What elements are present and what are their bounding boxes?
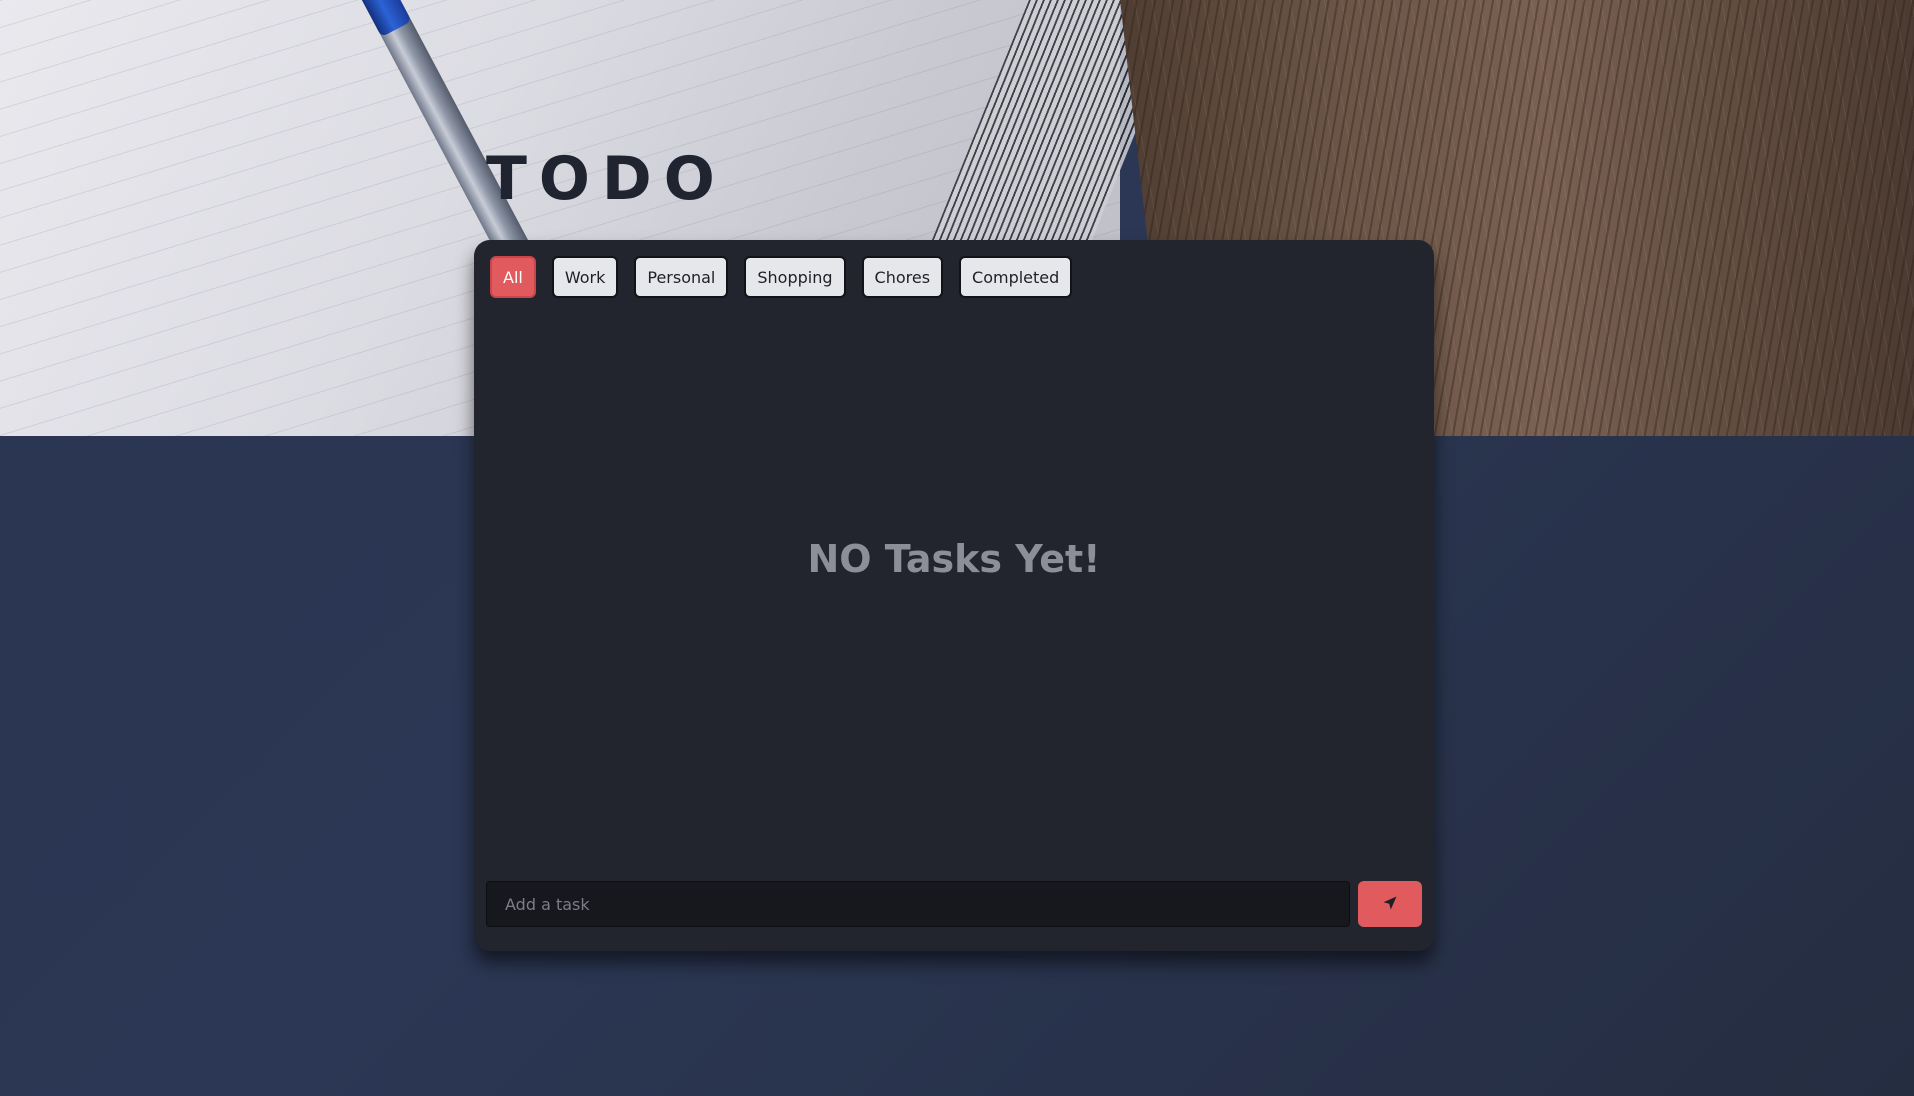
add-task-row <box>486 881 1422 927</box>
filter-work-button[interactable]: Work <box>551 256 619 298</box>
filter-all-button[interactable]: All <box>490 256 536 298</box>
send-icon <box>1382 895 1398 914</box>
filter-shopping-button[interactable]: Shopping <box>744 256 846 298</box>
filter-completed-button[interactable]: Completed <box>959 256 1073 298</box>
app-title: TODO <box>486 144 727 214</box>
add-task-button[interactable] <box>1358 881 1422 927</box>
todo-card: All Work Personal Shopping Chores Comple… <box>474 240 1434 951</box>
empty-tasks-message: NO Tasks Yet! <box>807 537 1101 581</box>
filter-chores-button[interactable]: Chores <box>861 256 944 298</box>
filter-bar: All Work Personal Shopping Chores Comple… <box>490 256 1073 298</box>
filter-personal-button[interactable]: Personal <box>634 256 729 298</box>
add-task-input[interactable] <box>486 881 1350 927</box>
